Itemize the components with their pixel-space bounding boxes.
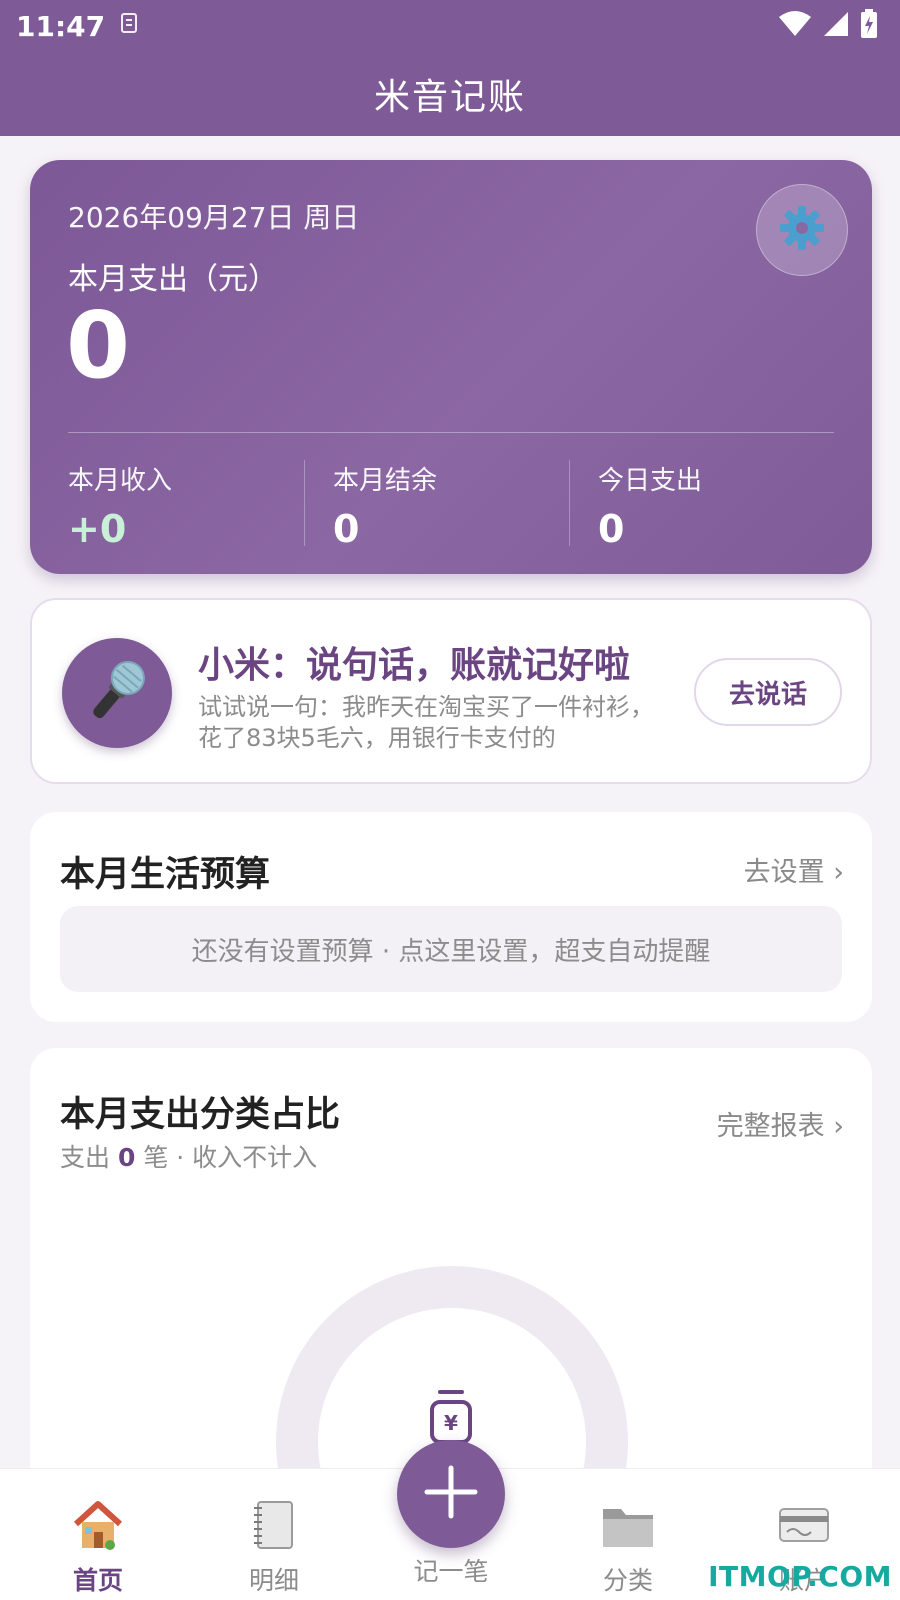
stat-label: 本月收入 — [68, 466, 173, 496]
expense-count: 0 — [117, 1143, 136, 1172]
money-bag-icon: ¥ — [428, 1388, 474, 1448]
notebook-icon — [214, 1499, 334, 1551]
add-record-button[interactable] — [397, 1440, 505, 1548]
status-bar-left: 11:47 — [16, 8, 141, 44]
voice-card-description: 试试说一句：我昨天在淘宝买了一件衬衫，花了83块5毛六，用银行卡支付的 — [198, 693, 654, 752]
folder-icon — [568, 1499, 688, 1551]
voice-card-title: 小米：说句话，账就记好啦 — [198, 645, 631, 686]
stat-value: 0 — [333, 507, 360, 551]
app-bar: 11:47 米音记账 — [0, 0, 900, 136]
full-report-link[interactable]: 完整报表 › — [717, 1104, 844, 1143]
category-share-card: 本月支出分类占比 完整报表 › 支出 0 笔 · 收入不计入 ¥ — [30, 1048, 872, 1600]
wifi-icon — [778, 11, 812, 41]
nav-home[interactable]: 首页 — [38, 1499, 158, 1597]
monthly-summary-card: 2026年09月27日 周日 本月支出（元） 0 本月收入 +0 本月结余 0 … — [30, 160, 872, 574]
card-icon — [744, 1499, 864, 1551]
summary-divider — [68, 432, 834, 433]
status-time: 11:47 — [16, 9, 106, 43]
nav-label: 明细 — [248, 1566, 299, 1595]
svg-text:¥: ¥ — [444, 1411, 458, 1435]
month-expense-value: 0 — [66, 292, 131, 399]
stat-month-income: 本月收入 +0 — [68, 460, 304, 551]
microphone-icon — [82, 656, 152, 730]
stat-value: 0 — [598, 507, 625, 551]
category-card-subtitle: 支出 0 笔 · 收入不计入 — [60, 1138, 317, 1174]
sub-suffix: 笔 · 收入不计入 — [143, 1143, 318, 1172]
stat-today-expense: 今日支出 0 — [569, 460, 834, 551]
voice-status-icon — [119, 12, 141, 41]
nav-details[interactable]: 明细 — [214, 1499, 334, 1597]
stat-label: 本月结余 — [333, 466, 438, 496]
house-icon — [38, 1499, 158, 1551]
signal-icon — [822, 10, 850, 42]
watermark: ITMOP.COM — [708, 1560, 892, 1593]
budget-empty-state[interactable]: 还没有设置预算 · 点这里设置，超支自动提醒 — [60, 906, 842, 992]
stat-value: +0 — [68, 507, 127, 551]
start-voice-button[interactable]: 去说话 — [694, 658, 842, 726]
nav-label: 首页 — [72, 1566, 123, 1595]
budget-settings-link[interactable]: 去设置 › — [744, 850, 844, 889]
summary-stats: 本月收入 +0 本月结余 0 今日支出 0 — [68, 460, 834, 551]
sub-prefix: 支出 — [60, 1143, 111, 1172]
stat-label: 今日支出 — [598, 466, 703, 496]
voice-entry-card[interactable]: 小米：说句话，账就记好啦 试试说一句：我昨天在淘宝买了一件衬衫，花了83块5毛六… — [30, 598, 872, 784]
gear-icon — [778, 204, 826, 256]
current-date: 2026年09月27日 周日 — [68, 201, 360, 234]
budget-card-title: 本月生活预算 — [60, 855, 271, 895]
nav-category[interactable]: 分类 — [568, 1499, 688, 1597]
page-title: 米音记账 — [373, 77, 526, 118]
nav-label: 分类 — [602, 1566, 653, 1595]
category-card-title: 本月支出分类占比 — [60, 1095, 341, 1135]
add-record-label: 记一笔 — [413, 1557, 489, 1586]
budget-card: 本月生活预算 去设置 › 还没有设置预算 · 点这里设置，超支自动提醒 — [30, 812, 872, 1022]
settings-button[interactable] — [756, 184, 848, 276]
battery-icon — [860, 9, 878, 43]
status-bar-right — [778, 9, 878, 43]
voice-avatar — [62, 638, 172, 748]
plus-icon — [424, 1465, 478, 1523]
stat-month-balance: 本月结余 0 — [304, 460, 569, 551]
